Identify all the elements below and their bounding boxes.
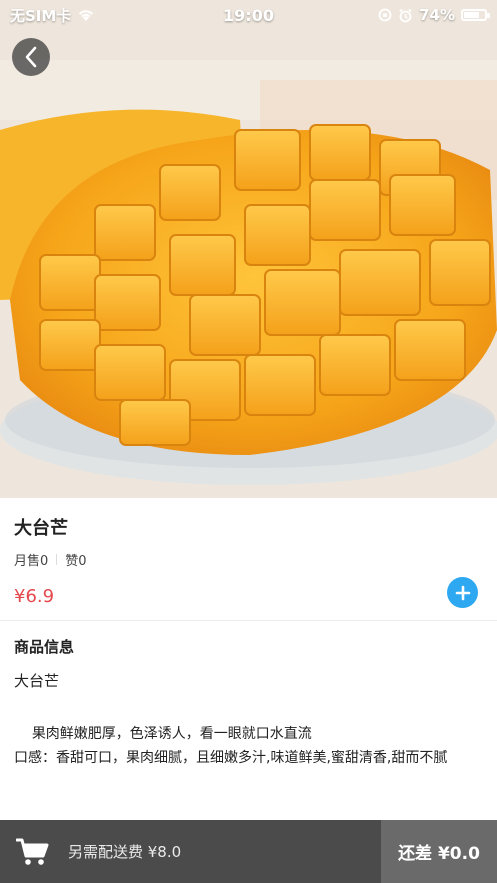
battery-percent: 74% <box>419 6 455 24</box>
battery-level <box>464 12 479 18</box>
alarm-icon <box>399 8 412 22</box>
stats-divider <box>56 554 58 565</box>
product-stats: 月售0 赞0 <box>14 550 87 569</box>
mango-image <box>0 0 497 498</box>
section-title-product-info: 商品信息 <box>14 638 75 656</box>
product-price: ¥6.9 <box>14 586 55 607</box>
delivery-fee-note: 另需配送费 ¥8.0 <box>68 843 182 861</box>
cart-bar: 另需配送费 ¥8.0 还差 ¥0.0 <box>0 820 497 883</box>
checkout-button[interactable]: 还差 ¥0.0 <box>381 820 497 883</box>
section-divider <box>0 620 497 621</box>
detail-product-name: 大台芒 <box>14 672 60 690</box>
plus-icon <box>455 585 470 600</box>
product-name: 大台芒 <box>14 518 68 539</box>
shopping-cart-icon[interactable] <box>16 837 50 867</box>
status-bar: 无SIM卡 19:00 74% <box>0 0 497 30</box>
status-time: 19:00 <box>223 5 274 25</box>
back-button[interactable] <box>12 38 50 76</box>
battery-icon <box>461 9 490 21</box>
carrier-label: 无SIM卡 <box>10 6 72 25</box>
product-image: 无SIM卡 19:00 74% <box>0 0 497 498</box>
wifi-icon <box>79 10 94 21</box>
chevron-left-icon <box>25 46 37 68</box>
rotation-lock-icon <box>378 8 392 22</box>
add-to-cart-button[interactable] <box>447 577 478 608</box>
product-description: 果肉鲜嫩肥厚，色泽诱人，看一眼就口水直流 口感：香甜可口，果肉细腻，且细嫩多汁,… <box>14 726 448 766</box>
monthly-sales: 月售0 <box>14 554 49 569</box>
cart-summary[interactable]: 另需配送费 ¥8.0 <box>0 820 381 883</box>
like-count: 赞0 <box>65 554 87 569</box>
